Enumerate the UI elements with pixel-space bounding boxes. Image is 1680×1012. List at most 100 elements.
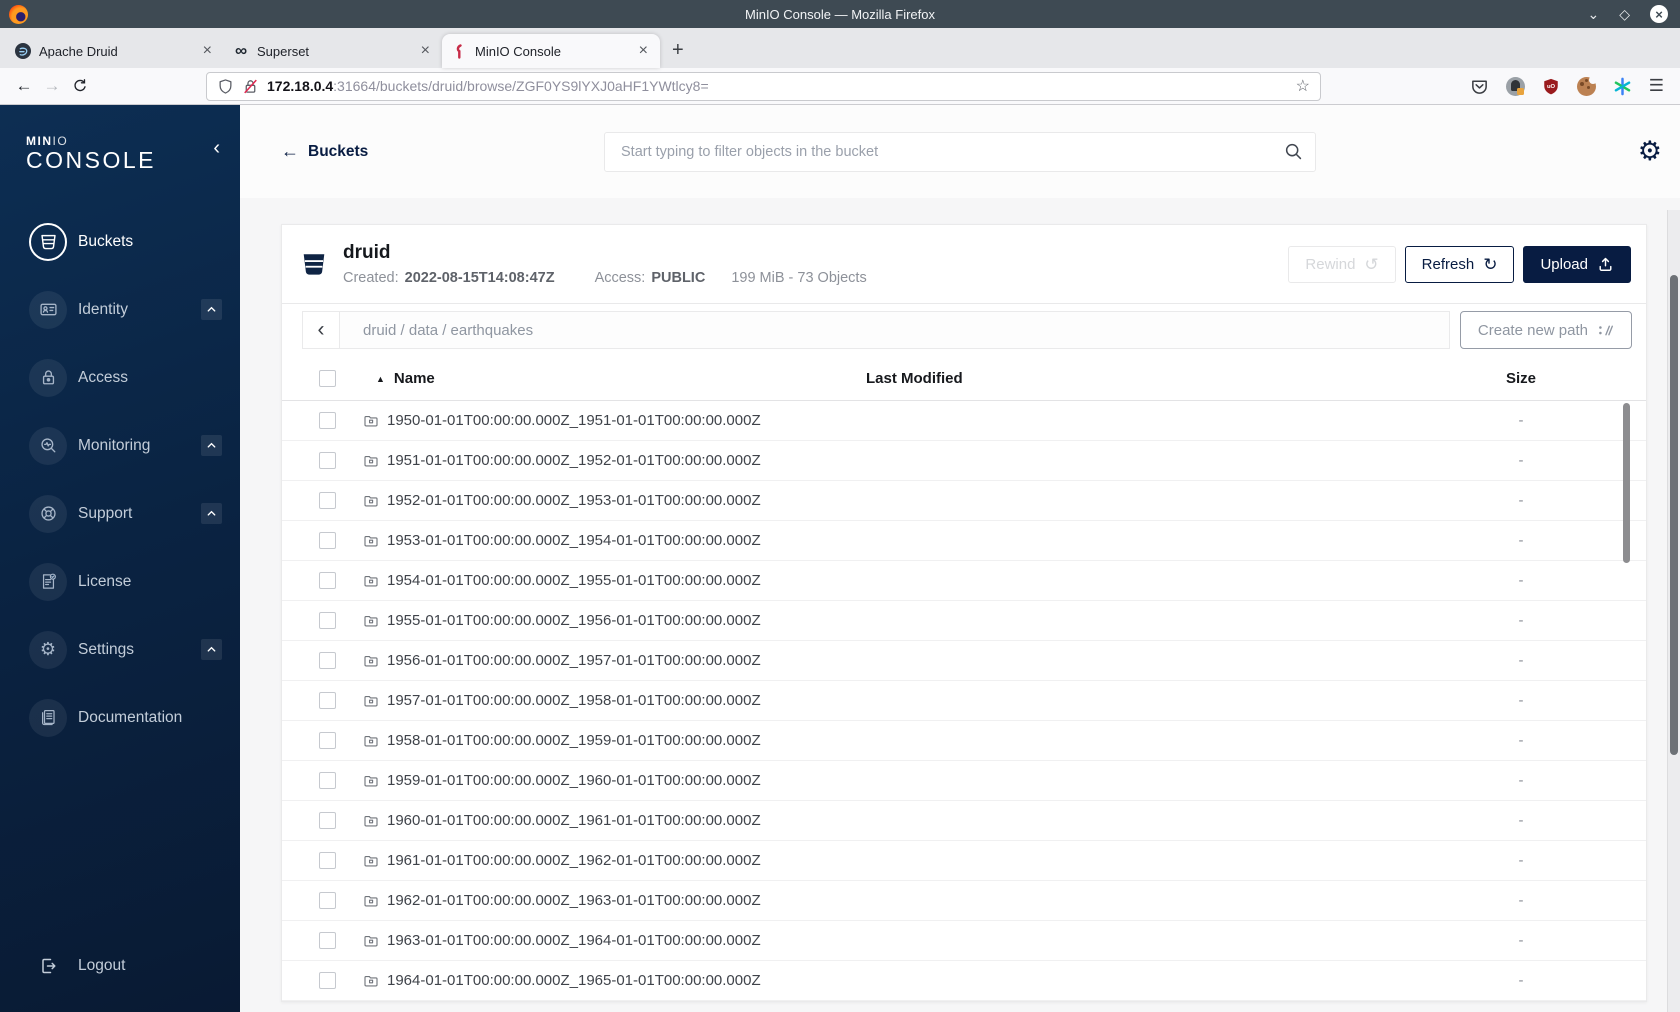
create-new-path-button[interactable]: Create new path [1459, 311, 1632, 349]
sidebar-item-monitoring[interactable]: Monitoring [0, 412, 240, 480]
row-checkbox[interactable] [319, 852, 336, 869]
table-scrollbar-thumb[interactable] [1623, 403, 1630, 563]
pocket-icon[interactable] [1470, 77, 1489, 96]
sort-ascending-icon: ▲ [376, 373, 385, 384]
row-checkbox[interactable] [319, 612, 336, 629]
tab-apache-druid[interactable]: Apache Druid × [6, 34, 224, 68]
sidebar-item-logout[interactable]: Logout [0, 942, 240, 990]
privacy-extension-icon[interactable] [1505, 76, 1525, 96]
rewind-button[interactable]: Rewind ↺ [1288, 245, 1396, 283]
table-row[interactable]: 1953-01-01T00:00:00.000Z_1954-01-01T00:0… [282, 521, 1646, 561]
superset-favicon-icon: ∞ [234, 41, 248, 60]
table-row[interactable]: 1963-01-01T00:00:00.000Z_1964-01-01T00:0… [282, 921, 1646, 961]
url-input[interactable]: 172.18.0.4:31664/buckets/druid/browse/ZG… [206, 71, 1321, 101]
table-row[interactable]: 1950-01-01T00:00:00.000Z_1951-01-01T00:0… [282, 401, 1646, 441]
tab-label: MinIO Console [475, 43, 561, 59]
sidebar-item-access[interactable]: Access [0, 344, 240, 412]
asterisk-extension-icon[interactable] [1613, 77, 1632, 96]
row-checkbox[interactable] [319, 932, 336, 949]
ublock-origin-icon[interactable]: uO [1542, 77, 1560, 96]
sidebar-item-identity[interactable]: Identity [0, 276, 240, 344]
new-tab-button[interactable]: + [660, 39, 696, 68]
table-row[interactable]: 1964-01-01T00:00:00.000Z_1965-01-01T00:0… [282, 961, 1646, 1001]
row-checkbox[interactable] [319, 732, 336, 749]
bucket-browser-card: druid Created: 2022-08-15T14:08:47Z Acce… [281, 224, 1647, 1002]
sidebar-item-support[interactable]: Support [0, 480, 240, 548]
row-checkbox[interactable] [319, 492, 336, 509]
table-row[interactable]: 1955-01-01T00:00:00.000Z_1956-01-01T00:0… [282, 601, 1646, 641]
upload-button[interactable]: Upload [1523, 245, 1631, 283]
object-size: - [1518, 452, 1524, 469]
path-back-icon[interactable]: ‹ [303, 312, 340, 348]
table-row[interactable]: 1957-01-01T00:00:00.000Z_1958-01-01T00:0… [282, 681, 1646, 721]
select-all-checkbox[interactable] [319, 370, 336, 387]
bookmark-star-icon[interactable]: ☆ [1296, 76, 1310, 96]
table-row[interactable]: 1959-01-01T00:00:00.000Z_1960-01-01T00:0… [282, 761, 1646, 801]
window-close-icon[interactable]: × [1650, 5, 1668, 23]
window-scrollbar-thumb[interactable] [1670, 275, 1678, 755]
column-header-name[interactable]: ▲ Name [338, 370, 866, 387]
table-row[interactable]: 1961-01-01T00:00:00.000Z_1962-01-01T00:0… [282, 841, 1646, 881]
row-checkbox[interactable] [319, 812, 336, 829]
row-checkbox[interactable] [319, 452, 336, 469]
tab-close-icon[interactable]: × [418, 42, 433, 60]
table-row[interactable]: 1956-01-01T00:00:00.000Z_1957-01-01T00:0… [282, 641, 1646, 681]
settings-gear-icon[interactable]: ⚙ [1638, 138, 1662, 165]
sidebar-item-label: Buckets [78, 232, 134, 250]
tab-close-icon[interactable]: × [636, 42, 651, 60]
window-minimize-icon[interactable]: ⌄ [1587, 7, 1599, 21]
minio-console-logo: MINIO CONSOLE [26, 134, 156, 173]
object-size: - [1518, 812, 1524, 829]
menu-icon[interactable]: ☰ [1649, 76, 1664, 96]
tab-minio-console[interactable]: MinIO Console × [442, 34, 660, 68]
refresh-button[interactable]: Refresh ↻ [1404, 245, 1515, 283]
sidebar-item-buckets[interactable]: Buckets [0, 208, 240, 276]
reload-icon[interactable] [66, 78, 94, 94]
license-document-icon [29, 562, 67, 601]
table-row[interactable]: 1960-01-01T00:00:00.000Z_1961-01-01T00:0… [282, 801, 1646, 841]
sidebar-item-documentation[interactable]: Documentation [0, 684, 240, 752]
search-input[interactable] [604, 131, 1316, 172]
row-checkbox[interactable] [319, 972, 336, 989]
column-header-size[interactable]: Size [1426, 370, 1646, 387]
firefox-icon [9, 4, 28, 24]
row-checkbox[interactable] [319, 532, 336, 549]
table-row[interactable]: 1951-01-01T00:00:00.000Z_1952-01-01T00:0… [282, 441, 1646, 481]
chevron-up-icon [201, 299, 222, 321]
row-checkbox[interactable] [319, 652, 336, 669]
row-checkbox[interactable] [319, 892, 336, 909]
tab-superset[interactable]: ∞ Superset × [224, 34, 442, 68]
object-size: - [1518, 492, 1524, 509]
url-host: 172.18.0.4 [267, 78, 334, 94]
cookie-extension-icon[interactable] [1576, 75, 1597, 96]
row-checkbox[interactable] [319, 572, 336, 589]
gear-icon: ⚙ [29, 630, 67, 669]
back-button[interactable]: ← [10, 76, 38, 96]
sidebar-collapse-icon[interactable]: ‹ [213, 138, 220, 158]
tab-close-icon[interactable]: × [200, 42, 215, 60]
table-row[interactable]: 1958-01-01T00:00:00.000Z_1959-01-01T00:0… [282, 721, 1646, 761]
back-to-buckets-link[interactable]: ← Buckets [281, 141, 368, 162]
row-checkbox[interactable] [319, 772, 336, 789]
window-maximize-icon[interactable]: ◇ [1619, 7, 1630, 21]
sidebar-item-label: Logout [78, 957, 126, 974]
object-size: - [1518, 892, 1524, 909]
column-header-last-modified[interactable]: Last Modified [866, 370, 1426, 387]
shield-icon[interactable] [217, 78, 234, 95]
folder-icon [364, 815, 378, 826]
breadcrumb[interactable]: druid / data / earthquakes [363, 322, 533, 339]
table-row[interactable]: 1954-01-01T00:00:00.000Z_1955-01-01T00:0… [282, 561, 1646, 601]
object-name: 1963-01-01T00:00:00.000Z_1964-01-01T00:0… [387, 932, 761, 949]
window-scrollbar[interactable] [1667, 210, 1680, 1012]
table-row[interactable]: 1962-01-01T00:00:00.000Z_1963-01-01T00:0… [282, 881, 1646, 921]
forward-button[interactable]: → [38, 76, 66, 96]
row-checkbox[interactable] [319, 692, 336, 709]
table-row[interactable]: 1952-01-01T00:00:00.000Z_1953-01-01T00:0… [282, 481, 1646, 521]
folder-icon [364, 615, 378, 626]
sidebar-item-settings[interactable]: ⚙ Settings [0, 616, 240, 684]
insecure-lock-icon[interactable] [242, 78, 259, 95]
row-checkbox[interactable] [319, 412, 336, 429]
folder-icon [364, 495, 378, 506]
object-size: - [1518, 412, 1524, 429]
sidebar-item-license[interactable]: License [0, 548, 240, 616]
